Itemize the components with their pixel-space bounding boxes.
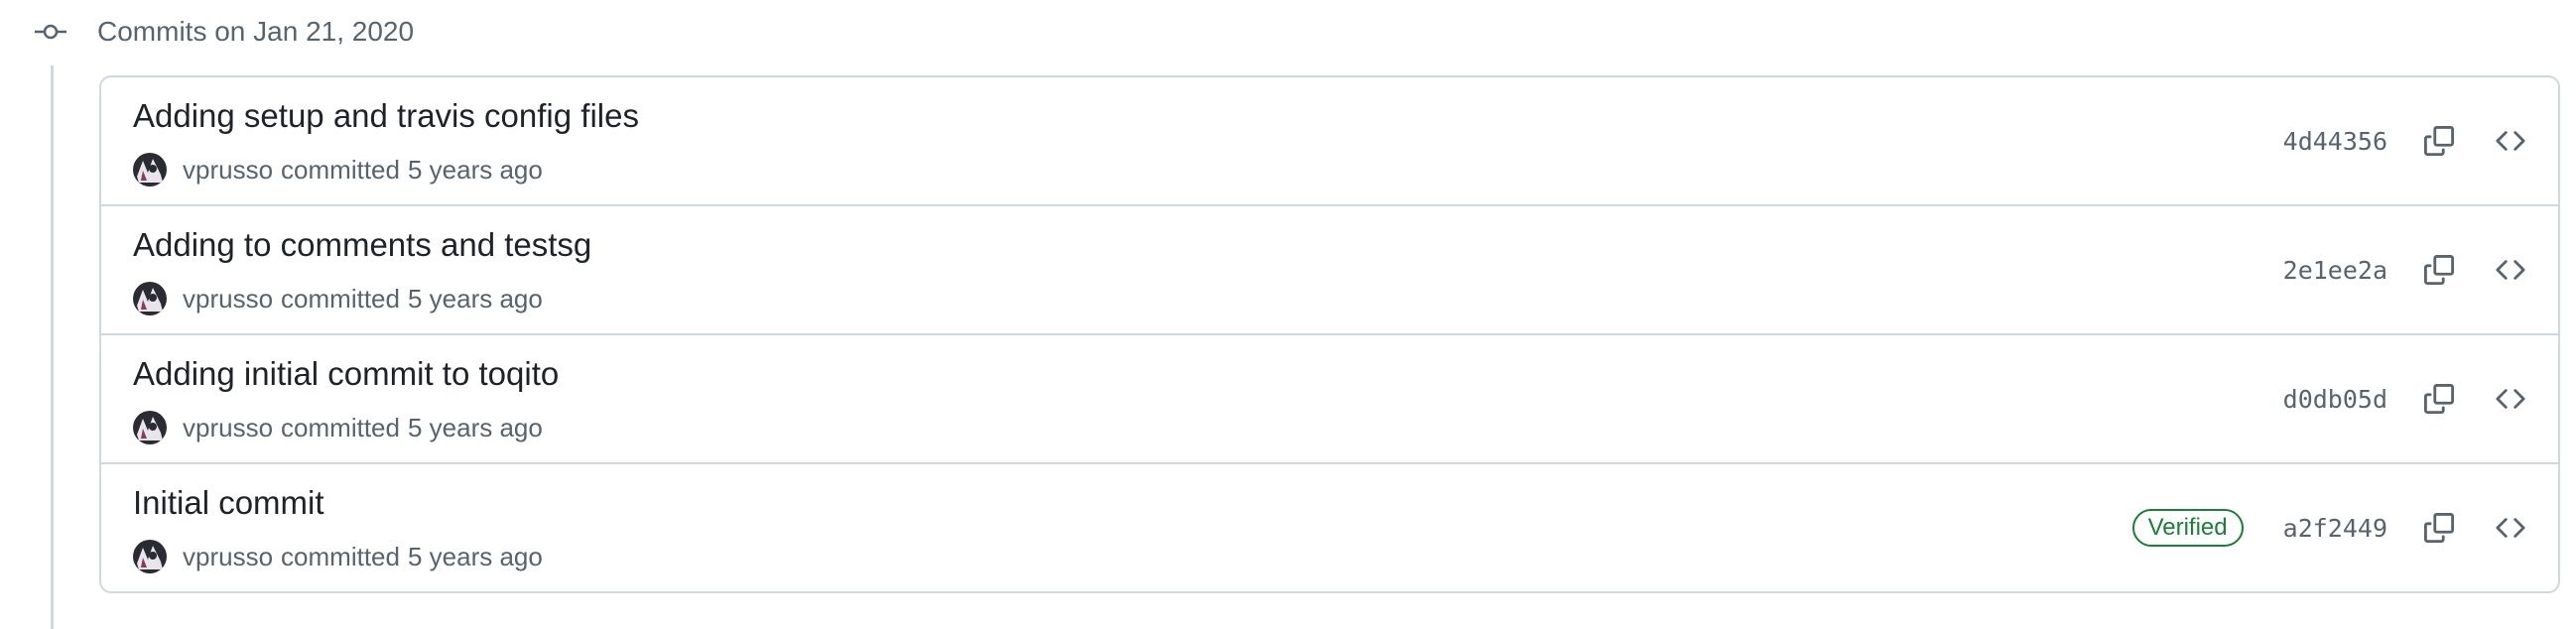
copy-sha-button[interactable] [2415, 117, 2463, 165]
copy-icon [2424, 384, 2454, 414]
commit-action-text: committed [281, 412, 400, 442]
commit-group-header: Commits on Jan 21, 2020 [32, 12, 414, 52]
author-avatar[interactable] [133, 282, 167, 315]
commit-row: Initial commit vprusso committed 5 years… [101, 462, 2558, 591]
commit-group-title: Commits on Jan 21, 2020 [97, 16, 415, 47]
commit-title-link[interactable]: Adding to comments and testsg [133, 226, 591, 264]
copy-sha-button[interactable] [2415, 375, 2463, 423]
commit-sha-link[interactable]: 4d44356 [2283, 127, 2387, 156]
commit-action-text: committed [281, 541, 400, 571]
code-icon [2496, 518, 2525, 538]
commit-time: 5 years ago [407, 283, 543, 314]
commit-author-link[interactable]: vprusso [183, 542, 273, 572]
commit-time: 5 years ago [407, 154, 543, 185]
browse-repo-button[interactable] [2487, 504, 2534, 552]
commit-author-link[interactable]: vprusso [183, 413, 273, 443]
commit-row: Adding to comments and testsg vprusso co… [101, 204, 2558, 333]
commit-actions: Verified a2f2449 [2131, 464, 2534, 591]
author-avatar[interactable] [133, 540, 167, 573]
browse-repo-button[interactable] [2487, 375, 2534, 423]
commit-sha-link[interactable]: d0db05d [2283, 385, 2387, 414]
commit-author-link[interactable]: vprusso [183, 284, 273, 314]
git-commit-icon [32, 12, 69, 52]
commit-author-link[interactable]: vprusso [183, 155, 273, 186]
commit-title-link[interactable]: Initial commit [133, 484, 324, 522]
commit-row: Adding setup and travis config files vpr… [101, 77, 2558, 204]
code-icon [2496, 389, 2525, 409]
author-avatar[interactable] [133, 153, 167, 187]
commit-actions: 2e1ee2a [2283, 206, 2534, 333]
browse-repo-button[interactable] [2487, 117, 2534, 165]
code-icon [2496, 260, 2525, 280]
commit-meta: vprusso committed 5 years ago [133, 151, 543, 189]
commit-title-link[interactable]: Adding setup and travis config files [133, 97, 639, 135]
commit-actions: 4d44356 [2283, 77, 2534, 204]
commit-actions: d0db05d [2283, 335, 2534, 462]
commit-time: 5 years ago [407, 541, 543, 571]
copy-sha-button[interactable] [2415, 504, 2463, 552]
copy-icon [2424, 126, 2454, 156]
author-avatar[interactable] [133, 411, 167, 444]
commit-action-text: committed [281, 283, 400, 314]
verified-badge[interactable]: Verified [2131, 509, 2244, 547]
copy-icon [2424, 513, 2454, 543]
commit-row: Adding initial commit to toqito vprusso … [101, 333, 2558, 462]
commit-time: 5 years ago [407, 412, 543, 442]
commit-meta: vprusso committed 5 years ago [133, 409, 543, 446]
commit-meta: vprusso committed 5 years ago [133, 280, 543, 317]
browse-repo-button[interactable] [2487, 246, 2534, 294]
commit-action-text: committed [281, 154, 400, 185]
commit-meta: vprusso committed 5 years ago [133, 538, 543, 575]
commit-list: Adding setup and travis config files vpr… [99, 75, 2560, 593]
commit-title-link[interactable]: Adding initial commit to toqito [133, 355, 559, 393]
commit-sha-link[interactable]: a2f2449 [2283, 514, 2387, 543]
copy-sha-button[interactable] [2415, 246, 2463, 294]
copy-icon [2424, 255, 2454, 285]
code-icon [2496, 131, 2525, 151]
commit-sha-link[interactable]: 2e1ee2a [2283, 256, 2387, 285]
timeline-line [51, 65, 54, 629]
